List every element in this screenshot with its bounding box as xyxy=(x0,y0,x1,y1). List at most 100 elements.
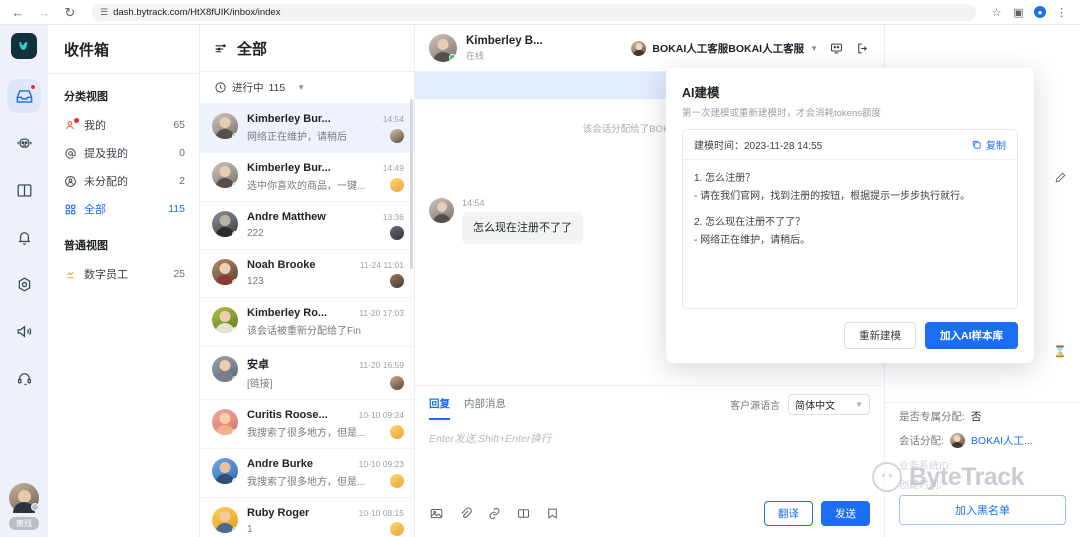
scrollbar-thumb[interactable] xyxy=(410,99,413,269)
rail-item-support[interactable] xyxy=(7,361,41,395)
list-item[interactable]: 安卓 11-20 16:59 [链接] xyxy=(200,347,414,400)
nav-group-label-1: 普通视图 xyxy=(64,240,108,252)
presence-online-dot xyxy=(449,54,456,61)
list-item[interactable]: Kimberley Bur... 14:54 网络正在维护，请稍后 xyxy=(200,104,414,153)
language-select[interactable]: 简体中文 ▼ xyxy=(788,394,870,415)
message-input[interactable]: Enter发送,Shift+Enter换行 xyxy=(415,422,884,446)
conversation-column: 全部 进行中 115 ▼ Kimberley Bur... 14:54 网络正在维… xyxy=(200,25,415,537)
list-item-body: Noah Brooke 11-24 11:01 123 xyxy=(247,259,404,288)
list-item-body: 安卓 11-20 16:59 [链接] xyxy=(247,356,404,390)
sidebar-item-label: 全部 xyxy=(84,204,106,216)
sidebar-item-count: 115 xyxy=(168,203,185,215)
list-item-name: Andre Burke xyxy=(247,458,314,470)
list-item[interactable]: Noah Brooke 11-24 11:01 123 xyxy=(200,250,414,298)
browser-reload-button[interactable]: ↻ xyxy=(62,4,78,20)
blacklist-button[interactable]: 加入黑名单 xyxy=(899,495,1066,525)
assignee-avatar xyxy=(390,473,404,488)
composer-language: 客户源语言 简体中文 ▼ xyxy=(730,394,870,422)
sidebar-item-mine[interactable]: 我的 65 xyxy=(48,111,199,139)
list-item[interactable]: Curitis Roose... 10-10 09:24 我搜索了很多地方，但是.… xyxy=(200,400,414,449)
rail-item-inbox[interactable] xyxy=(7,79,41,113)
list-item[interactable]: Kimberley Ro... 11-20 17:03 该会话被重新分配给了Fin xyxy=(200,298,414,347)
rail-status-badge[interactable]: 离线 xyxy=(9,517,39,530)
filter-count: 115 xyxy=(268,81,286,94)
rail-item-broadcast[interactable] xyxy=(7,314,41,348)
paperclip-icon[interactable] xyxy=(458,506,473,521)
add-to-ai-sample-library-button[interactable]: 加入AI样本库 xyxy=(925,322,1018,349)
composer-actions: 翻译 发送 xyxy=(764,501,870,526)
link-icon[interactable] xyxy=(487,506,502,521)
assignee-avatar xyxy=(390,424,404,439)
field-value[interactable]: BOKAI人工... xyxy=(971,433,1033,448)
avatar xyxy=(212,259,238,285)
logout-icon[interactable] xyxy=(855,41,870,56)
tab-internal-note[interactable]: 内部消息 xyxy=(464,396,506,420)
rail-item-bot[interactable] xyxy=(7,126,41,160)
list-item-time: 11-24 11:01 xyxy=(359,260,404,270)
rail-item-notifications[interactable] xyxy=(7,220,41,254)
language-value: 简体中文 xyxy=(795,401,836,412)
list-item-time: 14:49 xyxy=(382,163,404,173)
chat-assignee-selector[interactable]: BOKAI人工客服BOKAI人工客服 ▼ xyxy=(631,40,818,56)
rail-user-avatar[interactable] xyxy=(9,483,39,513)
conversation-list-scrollbar[interactable] xyxy=(410,99,413,533)
sidebar-item-count: 25 xyxy=(173,268,185,280)
translate-button[interactable]: 翻译 xyxy=(764,501,813,526)
browser-address-bar[interactable]: ☰ dash.bytrack.com/HtX8fUIK/inbox/index xyxy=(92,3,976,21)
nav-group-label-0: 分类视图 xyxy=(64,91,108,103)
rail-item-settings[interactable] xyxy=(7,267,41,301)
chevron-down-icon[interactable]: ▼ xyxy=(855,400,863,409)
sidebar-item-label: 提及我的 xyxy=(84,148,128,160)
sidebar-item-mentions[interactable]: 提及我的 0 xyxy=(48,139,199,167)
message-time: 14:54 xyxy=(462,197,485,208)
avatar xyxy=(212,307,238,333)
conversation-list[interactable]: Kimberley Bur... 14:54 网络正在维护，请稍后 Kimberl… xyxy=(200,104,414,537)
conversation-status-filter[interactable]: 进行中 115 ▼ xyxy=(200,72,414,104)
chevron-down-icon[interactable]: ▼ xyxy=(810,44,818,53)
kebab-menu-icon[interactable]: ⋮ xyxy=(1055,6,1068,19)
browser-forward-button[interactable]: → xyxy=(36,4,52,20)
hourglass-icon: ⌛ xyxy=(1053,346,1067,358)
monitor-icon[interactable] xyxy=(829,41,844,56)
side-panel-icon[interactable]: ▣ xyxy=(1012,6,1025,19)
sidebar-item-unassigned[interactable]: 未分配的 2 xyxy=(48,167,199,195)
sidebar-item-label: 未分配的 xyxy=(84,176,128,188)
list-item-name: Ruby Roger xyxy=(247,507,310,519)
tab-reply[interactable]: 回复 xyxy=(429,396,450,420)
field-label: 是否专属分配: xyxy=(899,411,965,423)
filter-icon[interactable] xyxy=(214,42,227,55)
list-item[interactable]: Kimberley Bur... 14:49 选中你喜欢的商品，一键... xyxy=(200,153,414,202)
result-spacer xyxy=(694,205,1006,214)
knowledge-icon[interactable] xyxy=(516,506,531,521)
rail-item-knowledge[interactable] xyxy=(7,173,41,207)
browser-back-button[interactable]: ← xyxy=(10,4,26,20)
image-icon[interactable] xyxy=(429,506,444,521)
sidebar-item-all[interactable]: 全部 115 xyxy=(48,195,199,223)
sidebar-item-count: 65 xyxy=(173,119,185,131)
field-conversation-assignee[interactable]: 会话分配: BOKAI人工... xyxy=(899,433,1066,448)
list-item[interactable]: Andre Matthew 13:36 222 xyxy=(200,202,414,250)
chat-header: Kimberley B... 在线 BOKAI人工客服BOKAI人工客服 ▼ xyxy=(415,25,884,72)
profile-icon[interactable]: ● xyxy=(1034,6,1046,18)
star-icon[interactable]: ☆ xyxy=(990,6,1003,19)
list-item-preview: 我搜索了很多地方，但是... xyxy=(247,477,366,488)
modeling-time: 建模时间：2023-11-28 14:55 xyxy=(694,141,823,152)
assignee-avatar xyxy=(390,274,404,288)
list-item-preview: 123 xyxy=(247,275,264,287)
bookmark-icon[interactable] xyxy=(545,506,560,521)
remodel-button[interactable]: 重新建模 xyxy=(844,322,916,349)
list-item[interactable]: Andre Burke 10-10 09:23 我搜索了很多地方，但是... xyxy=(200,449,414,498)
bytrack-logo[interactable] xyxy=(11,33,37,59)
list-item[interactable]: Ruby Roger 10-10 08:15 1 xyxy=(200,498,414,537)
result-line: 1. 怎么注册？ xyxy=(694,173,756,184)
list-item-preview: 1 xyxy=(247,523,253,535)
sidebar-item-digital-staff[interactable]: 数字员工 25 xyxy=(48,260,199,288)
send-button[interactable]: 发送 xyxy=(821,501,870,526)
chevron-down-icon[interactable]: ▼ xyxy=(297,83,305,92)
list-item-time: 10-10 09:23 xyxy=(358,459,404,469)
modal-result-body: 1. 怎么注册？ - 请在我们官网，找到注册的按钮，根据提示一步步执行就行。 2… xyxy=(683,160,1017,308)
detail-panel-fields: 是否专属分配: 否 会话分配: BOKAI人工... xyxy=(885,403,1080,457)
pencil-icon[interactable] xyxy=(1054,171,1067,189)
avatar xyxy=(429,34,457,62)
copy-button[interactable]: 复制 xyxy=(971,137,1006,152)
